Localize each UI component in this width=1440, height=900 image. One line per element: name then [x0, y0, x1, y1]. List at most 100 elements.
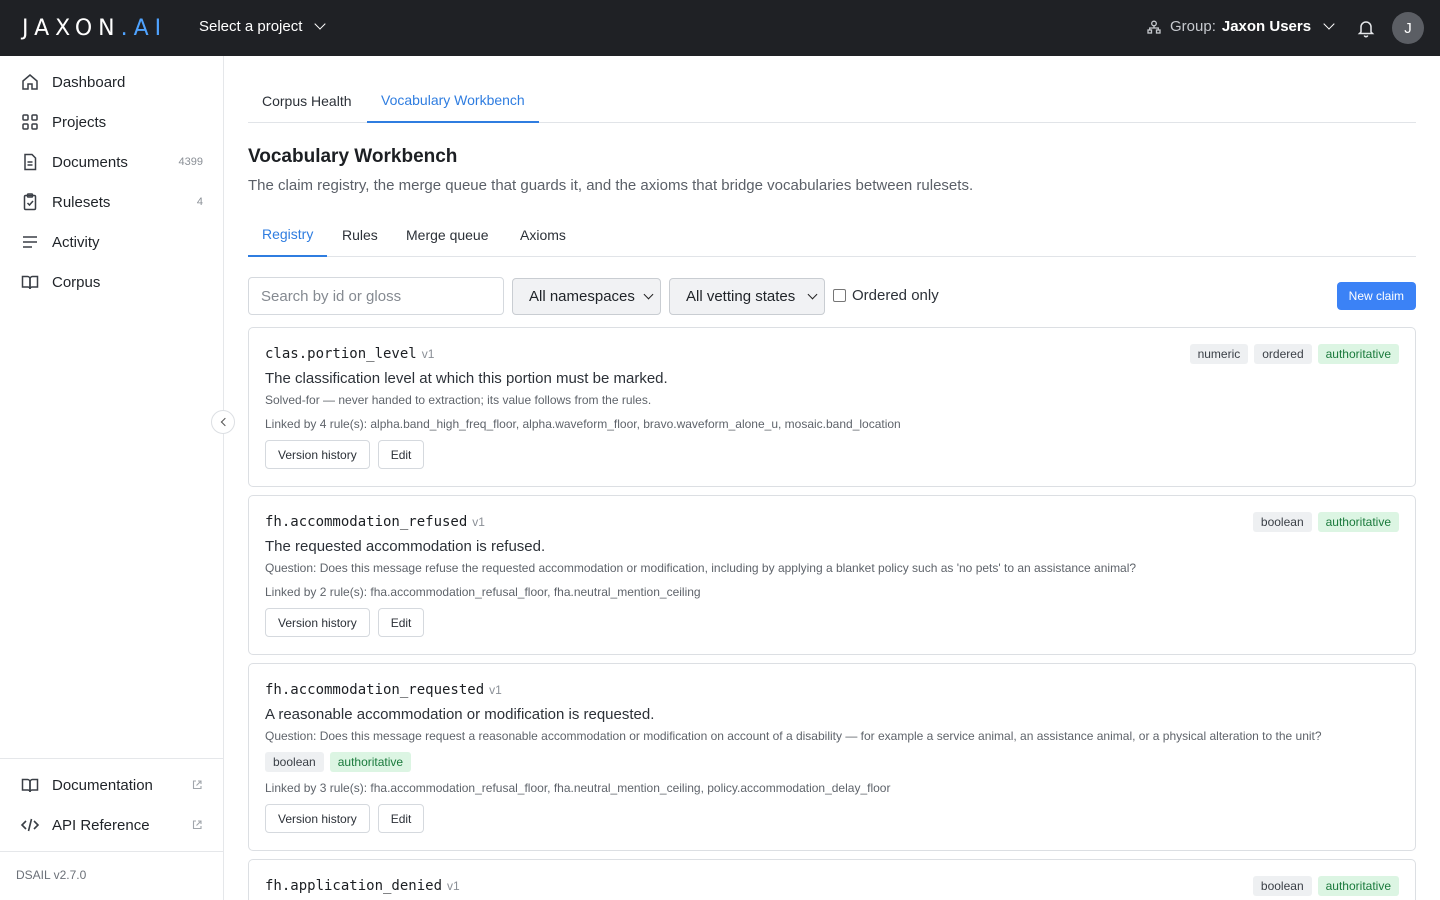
status-badge: authoritative — [1317, 344, 1399, 364]
namespace-select[interactable]: All namespaces — [512, 278, 661, 315]
tab-axioms[interactable]: Axioms — [506, 213, 580, 257]
ordered-only-checkbox[interactable]: Ordered only — [833, 287, 939, 304]
app-version: DSAIL v2.7.0 — [16, 868, 87, 882]
claim-actions: Version history Edit — [265, 804, 425, 833]
claim-actions: Version history Edit — [265, 608, 425, 637]
vetting-select[interactable]: All vetting states — [669, 278, 825, 315]
top-bar: JAXON.AI Select a project Group: Jaxon U… — [0, 0, 1440, 56]
filters-bar: All namespaces All vetting states Ordere… — [248, 277, 1416, 315]
claim-tags: boolean authoritative — [265, 752, 412, 772]
claim-linked-rules: Linked by 3 rule(s): fha.accommodation_r… — [265, 781, 891, 795]
sidebar-item-label: Rulesets — [52, 193, 111, 211]
claim-version: v1 — [489, 683, 502, 697]
claim-id-text: fh.application_denied — [265, 878, 443, 894]
sidebar-item-activity[interactable]: Activity — [0, 222, 223, 262]
list-icon — [23, 236, 37, 248]
page-title: Vocabulary Workbench — [248, 146, 458, 167]
ordered-tag: ordered — [1254, 344, 1312, 364]
button-label: Edit — [390, 615, 412, 630]
tab-vocabulary-workbench[interactable]: Vocabulary Workbench — [367, 78, 539, 123]
version-history-button[interactable]: Version history — [265, 440, 370, 469]
new-claim-label: New claim — [1348, 289, 1404, 303]
status-badge: authoritative — [1317, 512, 1399, 532]
sidebar-item-label: Corpus — [52, 273, 101, 291]
version-history-button[interactable]: Version history — [265, 608, 370, 637]
claim-card: fh.application_denied v1 boolean authorit… — [248, 859, 1416, 900]
avatar[interactable]: J — [1392, 12, 1424, 44]
tab-rules[interactable]: Rules — [328, 213, 392, 257]
edit-button[interactable]: Edit — [377, 804, 425, 833]
book-icon — [21, 275, 39, 290]
claim-version: v1 — [472, 515, 485, 529]
documents-count: 4399 — [178, 156, 203, 168]
status-badge: authoritative — [329, 752, 412, 772]
claim-note: Question: Does this message request a re… — [265, 729, 1322, 743]
tab-label: Rules — [342, 227, 378, 243]
sidebar-divider — [0, 758, 223, 759]
sidebar-item-documentation[interactable]: Documentation — [0, 765, 223, 805]
claim-id: fh.accommodation_refused v1 — [265, 514, 485, 530]
claim-id-text: fh.accommodation_refused — [265, 514, 468, 530]
search-input[interactable] — [248, 277, 504, 315]
sidebar-divider — [0, 851, 223, 852]
claim-id: fh.application_denied v1 — [265, 878, 460, 894]
tab-corpus-health[interactable]: Corpus Health — [248, 78, 366, 123]
sidebar-item-label: Projects — [52, 113, 107, 131]
claim-gloss: The classification level at which this p… — [265, 370, 668, 387]
claim-tags: boolean authoritative — [1252, 876, 1399, 896]
edit-button[interactable]: Edit — [377, 608, 425, 637]
sidebar-item-label: Activity — [52, 233, 100, 251]
group-label: Group: — [1170, 18, 1216, 35]
home-icon — [22, 74, 38, 90]
tab-label: Axioms — [520, 227, 566, 243]
claim-id-text: clas.portion_level — [265, 346, 417, 362]
vetting-select-value: All vetting states — [686, 288, 796, 305]
sidebar-item-label: Documents — [52, 153, 128, 171]
claim-id: fh.accommodation_requested v1 — [265, 682, 502, 698]
sidebar-item-api-reference[interactable]: API Reference — [0, 805, 223, 845]
tab-merge-queue[interactable]: Merge queue — [392, 213, 503, 257]
project-select-label: Select a project — [199, 18, 303, 35]
claim-linked-rules: Linked by 2 rule(s): fha.accommodation_r… — [265, 585, 701, 599]
claim-card: fh.accommodation_refused v1 boolean autho… — [248, 495, 1416, 655]
chevron-down-icon — [314, 18, 327, 30]
bell-icon[interactable] — [1356, 18, 1376, 38]
logo-accent: AI — [133, 16, 168, 41]
tab-registry[interactable]: Registry — [248, 213, 328, 257]
type-tag: boolean — [265, 752, 324, 772]
sidebar-item-documents[interactable]: Documents 4399 — [0, 142, 223, 182]
project-selector[interactable]: Select a project — [199, 18, 327, 35]
sidebar-item-corpus[interactable]: Corpus — [0, 262, 223, 302]
group-selector[interactable]: Group: Jaxon Users — [1146, 18, 1335, 35]
claim-actions: Version history Edit — [265, 440, 425, 469]
jaxon-logo[interactable]: JAXON.AI — [22, 16, 167, 41]
sidebar-item-projects[interactable]: Projects — [0, 102, 223, 142]
claim-id: clas.portion_level v1 — [265, 346, 434, 362]
tab-label: Merge queue — [406, 227, 489, 243]
edit-button[interactable]: Edit — [377, 440, 425, 469]
type-tag: boolean — [1252, 512, 1312, 532]
button-label: Version history — [278, 447, 357, 462]
claim-note: Solved-for — never handed to extraction;… — [265, 393, 652, 407]
collapse-sidebar-button[interactable] — [211, 410, 235, 434]
group-name: Jaxon Users — [1221, 18, 1312, 35]
logo-text: JAXON — [22, 16, 121, 41]
button-label: Version history — [278, 615, 357, 630]
claim-id-text: fh.accommodation_requested — [265, 682, 485, 698]
chevron-down-icon — [1323, 18, 1335, 30]
grid-icon — [22, 114, 38, 130]
sidebar-item-rulesets[interactable]: Rulesets 4 — [0, 182, 223, 222]
code-icon — [20, 818, 40, 832]
type-tag: numeric — [1189, 344, 1249, 364]
external-link-icon — [192, 820, 202, 830]
new-claim-button[interactable]: New claim — [1336, 282, 1416, 310]
claim-version: v1 — [447, 879, 460, 893]
claim-linked-rules: Linked by 4 rule(s): alpha.band_high_fre… — [265, 417, 901, 431]
book-icon — [21, 778, 39, 793]
claim-tags: numeric ordered authoritative — [1189, 344, 1399, 364]
button-label: Edit — [390, 811, 412, 826]
version-history-button[interactable]: Version history — [265, 804, 370, 833]
sub-tabs: Registry Rules Merge queue Axioms — [248, 213, 1416, 257]
checkbox-box[interactable] — [833, 289, 846, 302]
sidebar-item-dashboard[interactable]: Dashboard — [0, 62, 223, 102]
